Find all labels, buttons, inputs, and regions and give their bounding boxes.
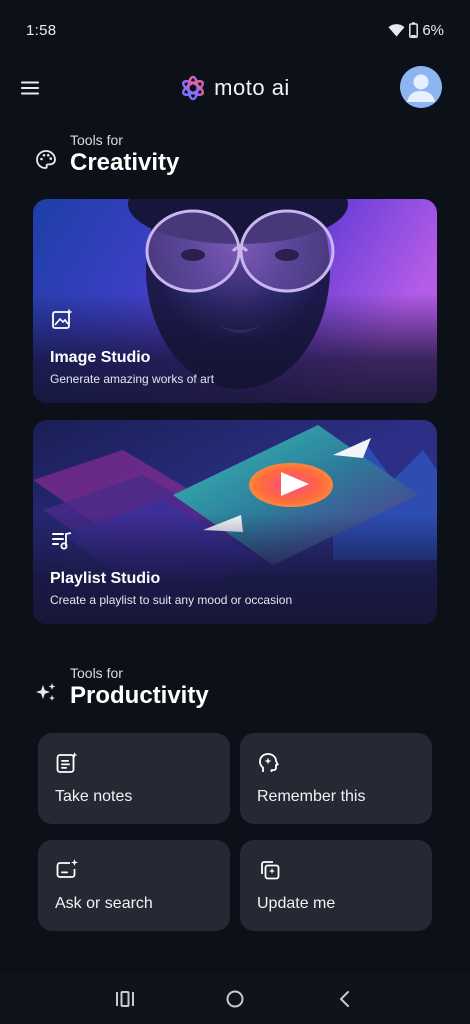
playlist-studio-shade (33, 514, 437, 624)
hamburger-menu-icon (21, 81, 39, 95)
playlist-studio-title: Playlist Studio (50, 570, 161, 587)
productivity-title: Productivity (70, 682, 209, 709)
stack-sparkle-icon (261, 861, 280, 880)
status-time: 1:58 (26, 21, 57, 39)
battery-percent: 6% (422, 21, 444, 39)
brand-logo: moto ai (180, 75, 290, 101)
image-sparkle-icon (52, 308, 73, 329)
chat-sparkle-icon (56, 859, 78, 878)
playlist-studio-card[interactable]: Playlist Studio Create a playlist to sui… (33, 420, 437, 624)
update-me-tile[interactable]: Update me (240, 840, 432, 931)
image-studio-shade (33, 293, 437, 403)
creativity-title: Creativity (70, 149, 180, 176)
user-avatar-icon (400, 66, 442, 108)
sparkles-icon (36, 683, 56, 701)
playlist-music-icon (52, 532, 72, 550)
status-indicators: 6% (388, 22, 444, 39)
recents-button[interactable] (112, 986, 138, 1012)
moto-ai-logo-icon (182, 75, 205, 101)
take-notes-label: Take notes (55, 788, 133, 805)
status-bar: 1:58 6% (0, 0, 470, 60)
menu-button[interactable] (18, 74, 42, 102)
image-studio-card[interactable]: Image Studio Generate amazing works of a… (33, 199, 437, 403)
palette-icon (36, 150, 56, 169)
playlist-studio-subtitle: Create a playlist to suit any mood or oc… (50, 593, 293, 607)
recents-icon (116, 991, 134, 1007)
system-navigation-bar (0, 974, 470, 1024)
profile-avatar[interactable] (400, 66, 442, 108)
ask-or-search-label: Ask or search (55, 895, 153, 912)
back-button[interactable] (332, 986, 358, 1012)
back-chevron-icon (340, 991, 349, 1007)
notes-sparkle-icon (56, 752, 78, 773)
productivity-kicker: Tools for (70, 665, 123, 681)
wifi-icon (388, 23, 405, 37)
brand-name: moto ai (214, 75, 290, 100)
remember-this-tile[interactable]: Remember this (240, 733, 432, 824)
take-notes-tile[interactable]: Take notes (38, 733, 230, 824)
head-sparkle-icon (259, 753, 279, 772)
battery-icon (409, 22, 419, 38)
app-bar: moto ai (0, 60, 470, 116)
update-me-label: Update me (257, 895, 336, 912)
image-studio-title: Image Studio (50, 349, 151, 366)
remember-this-label: Remember this (257, 788, 366, 805)
image-studio-subtitle: Generate amazing works of art (50, 372, 215, 386)
creativity-header: Tools for Creativity (34, 132, 179, 178)
creativity-kicker: Tools for (70, 132, 123, 148)
productivity-header: Tools for Productivity (34, 665, 209, 711)
home-button[interactable] (222, 986, 248, 1012)
home-circle-icon (226, 990, 244, 1008)
ask-or-search-tile[interactable]: Ask or search (38, 840, 230, 931)
